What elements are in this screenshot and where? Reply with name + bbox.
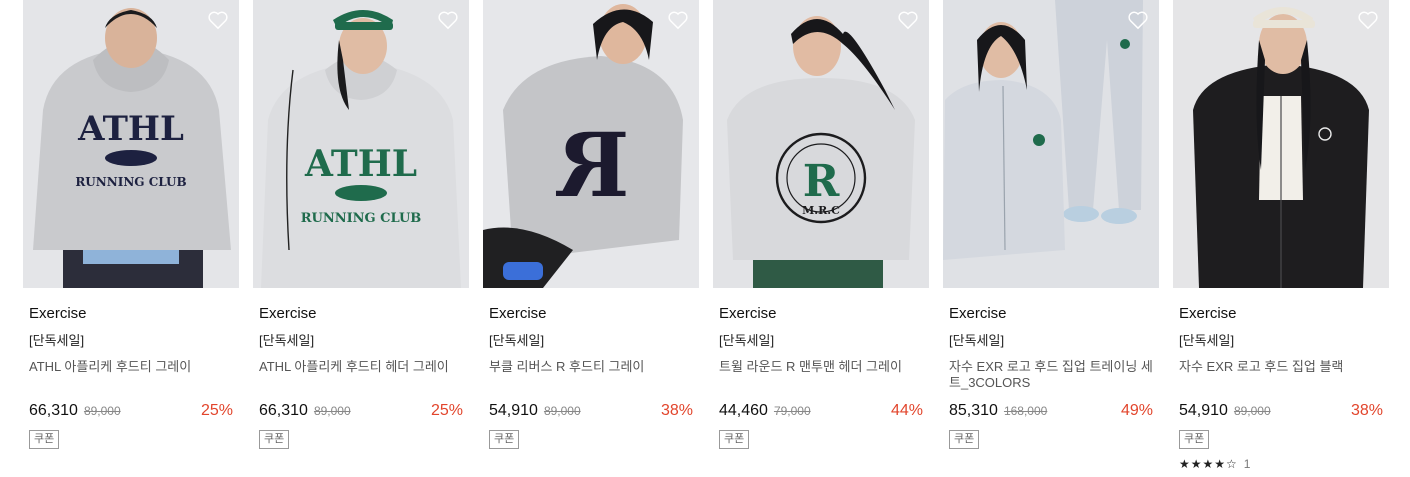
sale-price: 54,910 bbox=[489, 402, 538, 419]
heart-outline-icon[interactable] bbox=[207, 10, 229, 30]
sale-price: 85,310 bbox=[949, 402, 998, 419]
model-photo: ATHL RUNNING CLUB bbox=[253, 0, 469, 288]
price-row: 54,910 89,000 38% bbox=[489, 400, 693, 422]
model-photo bbox=[1173, 0, 1389, 288]
price-row: 66,310 89,000 25% bbox=[259, 400, 463, 422]
model-photo: R M.R.C bbox=[713, 0, 929, 288]
sale-tag: [단독세일] bbox=[1179, 333, 1235, 348]
discount-rate: 25% bbox=[200, 402, 233, 419]
sale-price: 66,310 bbox=[259, 402, 308, 419]
product-card[interactable]: R M.R.C Exercise [단독세일] 트윌 라운드 R 맨투맨 헤더 … bbox=[713, 0, 929, 449]
brand-name[interactable]: Exercise bbox=[719, 305, 923, 323]
review-count: 1 bbox=[1243, 457, 1251, 471]
coupon-badge: 쿠폰 bbox=[29, 430, 60, 449]
product-card[interactable]: ATHL RUNNING CLUB Exercise [단독세일] ATHL 아… bbox=[253, 0, 469, 449]
product-card[interactable]: Exercise [단독세일] 자수 EXR 로고 후드 집업 블랙 54,91… bbox=[1173, 0, 1389, 471]
sale-price: 54,910 bbox=[1179, 402, 1228, 419]
heart-outline-icon[interactable] bbox=[667, 10, 689, 30]
product-image[interactable]: ATHL RUNNING CLUB bbox=[23, 0, 239, 288]
sale-tag: [단독세일] bbox=[949, 333, 1005, 348]
price-row: 66,310 89,000 25% bbox=[29, 400, 233, 422]
heart-outline-icon[interactable] bbox=[1357, 10, 1379, 30]
sale-price: 66,310 bbox=[29, 402, 78, 419]
price-row: 54,910 89,000 38% bbox=[1179, 400, 1383, 422]
original-price: 89,000 bbox=[83, 404, 121, 418]
discount-rate: 25% bbox=[430, 402, 463, 419]
product-card[interactable]: R Exercise [단독세일] 부클 리버스 R 후드티 그레이 54,91… bbox=[483, 0, 699, 449]
rating: ★★★★☆ 1 bbox=[1179, 457, 1383, 471]
brand-name[interactable]: Exercise bbox=[29, 305, 233, 323]
garment-print: ATHL bbox=[77, 109, 184, 149]
brand-name[interactable]: Exercise bbox=[259, 305, 463, 323]
product-image[interactable] bbox=[1173, 0, 1389, 288]
original-price: 89,000 bbox=[1233, 404, 1271, 418]
model-photo: R bbox=[483, 0, 699, 288]
product-name[interactable]: ATHL 아플리케 후드티 그레이 bbox=[29, 359, 233, 391]
garment-print: ATHL bbox=[304, 143, 417, 185]
model-photo: ATHL RUNNING CLUB bbox=[23, 0, 239, 288]
garment-print-sub: RUNNING CLUB bbox=[75, 175, 186, 189]
discount-rate: 38% bbox=[1350, 402, 1383, 419]
original-price: 89,000 bbox=[313, 404, 351, 418]
sale-tag: [단독세일] bbox=[489, 333, 545, 348]
brand-name[interactable]: Exercise bbox=[489, 305, 693, 323]
price-row: 85,310 168,000 49% bbox=[949, 400, 1153, 422]
discount-rate: 49% bbox=[1120, 402, 1153, 419]
garment-print-sub: M.R.C bbox=[802, 204, 840, 217]
product-image[interactable]: R M.R.C bbox=[713, 0, 929, 288]
discount-rate: 38% bbox=[660, 402, 693, 419]
product-grid: ATHL RUNNING CLUB Exercise [단독세일] ATHL 아… bbox=[0, 0, 1410, 477]
discount-rate: 44% bbox=[890, 402, 923, 419]
product-image[interactable]: ATHL RUNNING CLUB bbox=[253, 0, 469, 288]
garment-print-sub: RUNNING CLUB bbox=[301, 211, 422, 226]
product-card[interactable]: Exercise [단독세일] 자수 EXR 로고 후드 집업 트레이닝 세트_… bbox=[943, 0, 1159, 449]
original-price: 89,000 bbox=[543, 404, 581, 418]
product-image[interactable] bbox=[943, 0, 1159, 288]
product-name[interactable]: 트윌 라운드 R 맨투맨 헤더 그레이 bbox=[719, 359, 923, 391]
sale-tag: [단독세일] bbox=[29, 333, 85, 348]
sale-price: 44,460 bbox=[719, 402, 768, 419]
star-icon: ★★★★☆ bbox=[1179, 457, 1238, 471]
brand-name[interactable]: Exercise bbox=[1179, 305, 1383, 323]
garment-print: R bbox=[803, 156, 840, 207]
heart-outline-icon[interactable] bbox=[1127, 10, 1149, 30]
product-name[interactable]: ATHL 아플리케 후드티 헤더 그레이 bbox=[259, 359, 463, 391]
garment-print: R bbox=[556, 113, 630, 217]
original-price: 168,000 bbox=[1003, 404, 1048, 418]
coupon-badge: 쿠폰 bbox=[719, 430, 750, 449]
sale-tag: [단독세일] bbox=[719, 333, 775, 348]
coupon-badge: 쿠폰 bbox=[949, 430, 980, 449]
brand-name[interactable]: Exercise bbox=[949, 305, 1153, 323]
coupon-badge: 쿠폰 bbox=[1179, 430, 1210, 449]
product-name[interactable]: 부클 리버스 R 후드티 그레이 bbox=[489, 359, 693, 391]
sale-tag: [단독세일] bbox=[259, 333, 315, 348]
price-row: 44,460 79,000 44% bbox=[719, 400, 923, 422]
heart-outline-icon[interactable] bbox=[897, 10, 919, 30]
product-image[interactable]: R bbox=[483, 0, 699, 288]
product-name[interactable]: 자수 EXR 로고 후드 집업 블랙 bbox=[1179, 359, 1383, 391]
heart-outline-icon[interactable] bbox=[437, 10, 459, 30]
original-price: 79,000 bbox=[773, 404, 811, 418]
product-name[interactable]: 자수 EXR 로고 후드 집업 트레이닝 세트_3COLORS bbox=[949, 359, 1153, 391]
coupon-badge: 쿠폰 bbox=[259, 430, 290, 449]
product-card[interactable]: ATHL RUNNING CLUB Exercise [단독세일] ATHL 아… bbox=[23, 0, 239, 449]
model-photo bbox=[943, 0, 1159, 288]
coupon-badge: 쿠폰 bbox=[489, 430, 520, 449]
